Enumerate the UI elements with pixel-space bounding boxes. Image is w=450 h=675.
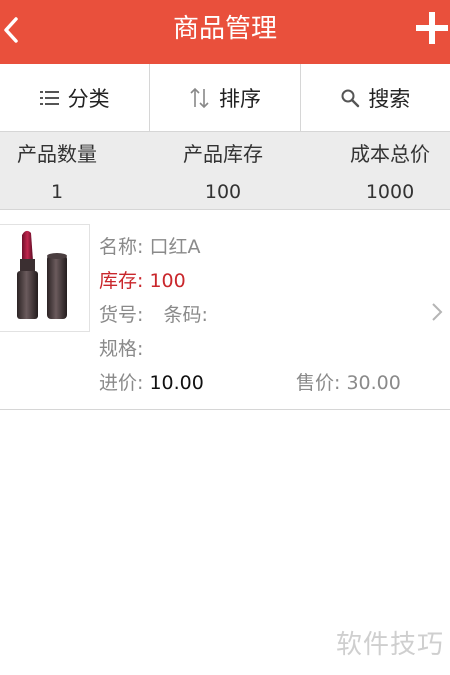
summary-cost-value: 1000 xyxy=(365,181,415,203)
summary-stock-value: 100 xyxy=(204,181,242,203)
sku-label: 货号: xyxy=(99,304,144,326)
sort-button[interactable]: 排序 xyxy=(149,64,299,131)
product-stock-row: 库存: 100 xyxy=(99,264,208,298)
search-button[interactable]: 搜索 xyxy=(299,64,450,131)
product-name: 口红A xyxy=(149,236,201,258)
list-icon xyxy=(39,89,60,107)
search-icon xyxy=(340,88,360,108)
category-label: 分类 xyxy=(67,86,110,111)
header-bar: 商品管理 xyxy=(0,0,450,64)
product-stock: 100 xyxy=(149,270,186,292)
summary-cost-label: 成本总价 xyxy=(350,142,430,166)
spec-label: 规格: xyxy=(99,338,144,360)
product-spec-row: 规格: xyxy=(99,332,208,366)
search-label: 搜索 xyxy=(368,86,411,111)
purchase-label: 进价: xyxy=(99,372,144,394)
summary-stock-label: 产品库存 xyxy=(183,142,263,166)
barcode-label: 条码: xyxy=(163,304,208,326)
summary-cost: 成本总价 1000 xyxy=(315,132,450,203)
product-thumbnail xyxy=(0,224,90,332)
summary-count-value: 1 xyxy=(50,181,64,203)
summary-count: 产品数量 1 xyxy=(0,132,132,203)
sell-price-group: 售价: 30.00 xyxy=(296,366,401,400)
summary-count-label: 产品数量 xyxy=(17,142,97,166)
stock-label: 库存: xyxy=(99,270,144,292)
product-price-row: 进价: 10.00 售价: 30.00 xyxy=(99,366,401,400)
sell-price: 30.00 xyxy=(346,372,401,394)
product-list-item[interactable]: 名称: 口红A 库存: 100 货号: 条码: 规格: 进价: 10.00 售价… xyxy=(0,211,450,410)
summary-panel: 产品数量 1 产品库存 100 成本总价 1000 xyxy=(0,132,450,210)
name-label: 名称: xyxy=(99,236,144,258)
sell-label: 售价: xyxy=(296,372,341,394)
summary-stock: 产品库存 100 xyxy=(148,132,298,203)
sort-label: 排序 xyxy=(218,86,261,111)
watermark: 软件技巧 xyxy=(335,630,444,660)
lipstick-image xyxy=(17,230,67,319)
app: 商品管理 分类 排序 搜索 产品数量 1 产品库存 100 成本总价 1000 … xyxy=(0,0,450,675)
chevron-right-icon xyxy=(432,303,443,321)
purchase-price: 10.00 xyxy=(149,372,204,394)
toolbar: 分类 排序 搜索 xyxy=(0,64,450,132)
plus-icon xyxy=(416,12,448,44)
sort-icon xyxy=(189,86,211,110)
product-name-row: 名称: 口红A xyxy=(99,230,208,264)
product-info: 名称: 口红A 库存: 100 货号: 条码: 规格: 进价: 10.00 售价… xyxy=(99,230,401,400)
product-codes-row: 货号: 条码: xyxy=(99,298,208,332)
add-product-button[interactable] xyxy=(414,8,450,48)
category-button[interactable]: 分类 xyxy=(0,64,149,131)
page-title: 商品管理 xyxy=(172,14,277,44)
